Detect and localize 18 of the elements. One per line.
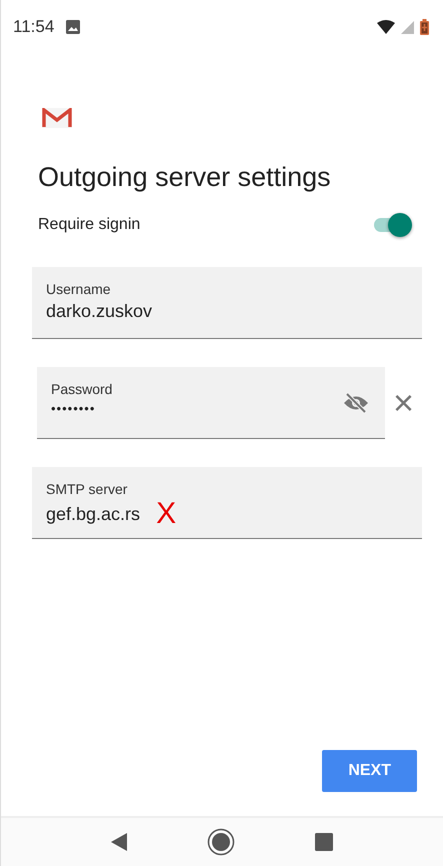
visibility-off-icon[interactable] bbox=[343, 393, 369, 413]
wifi-icon bbox=[377, 20, 395, 34]
battery-icon bbox=[420, 19, 429, 35]
mail-logo-icon bbox=[42, 108, 72, 128]
next-button[interactable]: NEXT bbox=[322, 750, 417, 792]
input-field[interactable]: Password •••••••• bbox=[37, 367, 385, 439]
require-signin-label: Require signin bbox=[38, 216, 140, 234]
home-icon[interactable] bbox=[207, 828, 235, 856]
toggle-switch[interactable] bbox=[372, 211, 412, 239]
input-field[interactable]: SMTP server gef.bg.ac.rs X bbox=[32, 467, 422, 539]
image-icon bbox=[66, 20, 80, 34]
page-title: Outgoing server settings bbox=[38, 162, 332, 193]
input-field[interactable]: Username darko.zuskov bbox=[32, 267, 422, 339]
status-time: 11:54 bbox=[13, 17, 54, 37]
cross-mark: × bbox=[393, 385, 414, 421]
back-icon[interactable] bbox=[111, 833, 127, 851]
error-mark: X bbox=[156, 501, 176, 527]
signal-icon bbox=[401, 20, 414, 34]
